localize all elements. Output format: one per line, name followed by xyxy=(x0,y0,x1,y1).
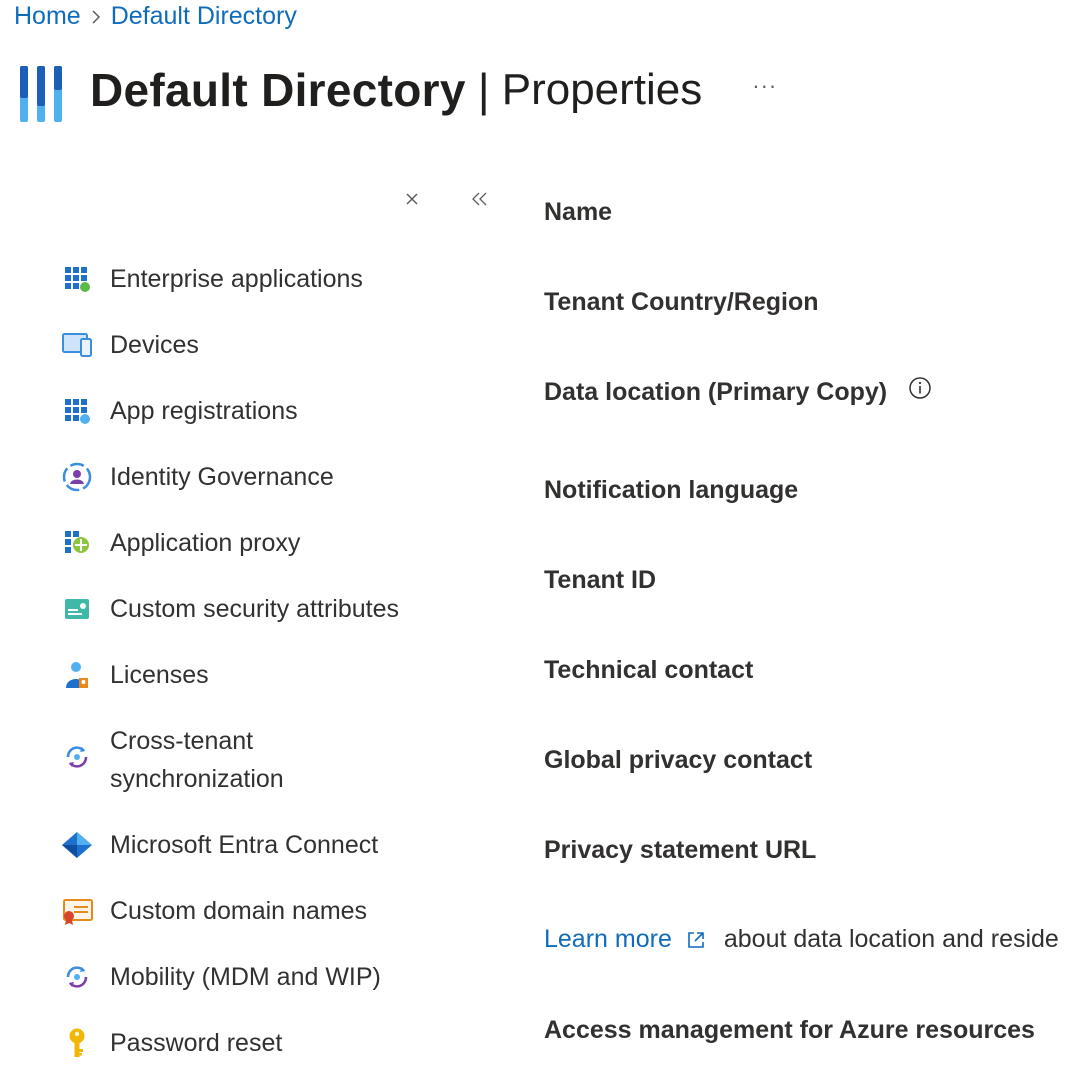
directory-icon xyxy=(18,64,66,124)
sidebar-item-label: Identity Governance xyxy=(110,463,334,491)
application-proxy-icon xyxy=(60,526,94,560)
sidebar-item-label: Mobility (MDM and WIP) xyxy=(110,963,381,991)
cross-tenant-sync-icon xyxy=(60,740,94,774)
sidebar-item-custom-domain-names[interactable]: Custom domain names xyxy=(60,896,367,930)
learn-more-link[interactable]: Learn more xyxy=(544,925,672,954)
custom-domain-icon xyxy=(60,894,94,928)
sidebar-item-label: Custom security attributes xyxy=(110,595,399,623)
sidebar-item-label: Application proxy xyxy=(110,529,301,557)
sidebar-item-enterprise-applications[interactable]: Enterprise applications xyxy=(60,264,363,298)
sidebar-item-label: Microsoft Entra Connect xyxy=(110,831,379,859)
mobility-icon xyxy=(60,960,94,994)
close-icon[interactable] xyxy=(397,184,427,214)
sidebar-item-label: Enterprise applications xyxy=(110,265,363,293)
external-link-icon[interactable] xyxy=(686,930,706,950)
sidebar-item-application-proxy[interactable]: Application proxy xyxy=(60,528,300,562)
page-subtitle: Properties xyxy=(501,65,703,114)
page-title: Default Directory xyxy=(90,64,466,116)
property-tenant-id-label: Tenant ID xyxy=(544,566,657,594)
sidebar-item-label: Devices xyxy=(110,331,199,359)
property-data-location-text: Data location (Primary Copy) xyxy=(544,378,888,406)
sidebar-item-devices[interactable]: Devices xyxy=(60,330,199,364)
sidebar-item-label: Cross-tenant synchronization xyxy=(110,722,284,798)
more-options-button[interactable]: ··· xyxy=(752,73,777,99)
learn-more-row: Learn more about data location and resid… xyxy=(544,925,1059,954)
sidebar-item-licenses[interactable]: Licenses xyxy=(60,660,209,694)
sidebar-item-label-line1: Cross-tenant xyxy=(110,727,254,755)
sidebar-item-cross-tenant-synchronization[interactable]: Cross-tenant synchronization xyxy=(60,726,284,798)
sidebar-item-label: App registrations xyxy=(110,397,298,425)
property-notification-language-label: Notification language xyxy=(544,476,799,504)
property-global-privacy-contact-label: Global privacy contact xyxy=(544,746,813,774)
sidebar-item-label-line2: synchronization xyxy=(110,765,284,793)
info-icon[interactable] xyxy=(908,376,932,407)
title-separator: | xyxy=(477,64,490,116)
sidebar-item-mobility[interactable]: Mobility (MDM and WIP) xyxy=(60,962,381,996)
access-management-heading: Access management for Azure resources xyxy=(544,1016,1035,1044)
licenses-icon xyxy=(60,658,94,692)
page-header: Default Directory | Properties ··· xyxy=(18,52,777,128)
sidebar-item-password-reset[interactable]: Password reset xyxy=(60,1028,282,1062)
property-data-location-label: Data location (Primary Copy) xyxy=(544,376,932,407)
chevron-right-icon xyxy=(81,2,111,31)
property-technical-contact-label: Technical contact xyxy=(544,656,754,684)
sidebar-item-identity-governance[interactable]: Identity Governance xyxy=(60,462,334,496)
key-icon xyxy=(60,1026,94,1060)
property-privacy-url-label: Privacy statement URL xyxy=(544,836,817,864)
sidebar-item-custom-security-attributes[interactable]: Custom security attributes xyxy=(60,594,399,628)
entra-connect-icon xyxy=(60,828,94,862)
breadcrumb: Home Default Directory xyxy=(14,0,297,32)
sidebar-item-label: Password reset xyxy=(110,1029,283,1057)
property-name-label: Name xyxy=(544,198,613,226)
sidebar-item-microsoft-entra-connect[interactable]: Microsoft Entra Connect xyxy=(60,830,378,864)
sidebar-item-app-registrations[interactable]: App registrations xyxy=(60,396,298,430)
identity-governance-icon xyxy=(60,460,94,494)
devices-icon xyxy=(60,328,94,362)
double-chevron-left-icon[interactable] xyxy=(465,184,495,214)
custom-security-attributes-icon xyxy=(60,592,94,626)
learn-more-description: about data location and reside xyxy=(723,925,1059,953)
property-country-label: Tenant Country/Region xyxy=(544,288,819,316)
sidebar-item-label: Licenses xyxy=(110,661,209,689)
breadcrumb-home-link[interactable]: Home xyxy=(14,2,81,31)
sidebar-item-label: Custom domain names xyxy=(110,897,368,925)
enterprise-apps-icon xyxy=(60,262,94,296)
breadcrumb-current-link[interactable]: Default Directory xyxy=(111,2,297,31)
app-registrations-icon xyxy=(60,394,94,428)
